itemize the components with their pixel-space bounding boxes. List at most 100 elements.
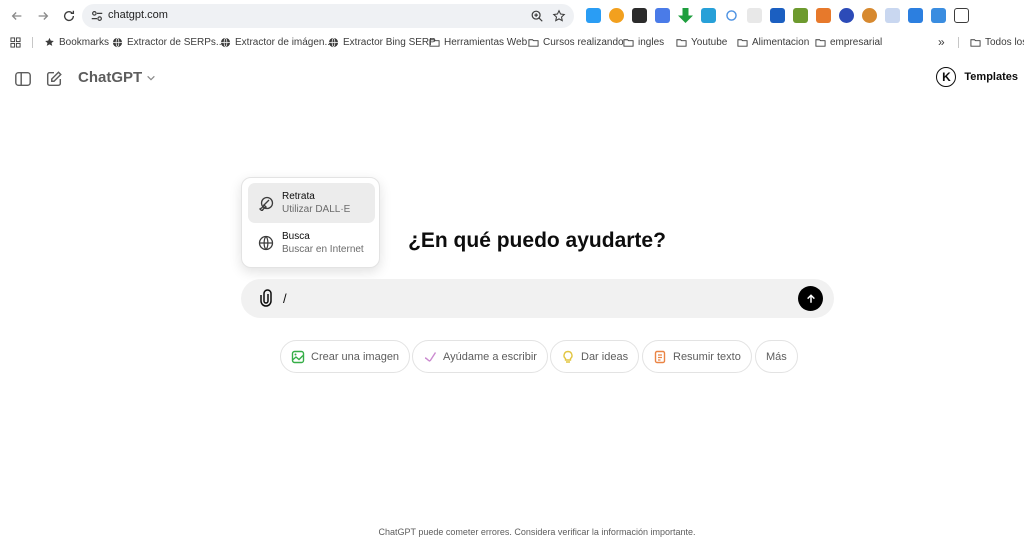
apps-grid-glyph [10,36,21,48]
extension-page-icon[interactable] [885,8,900,23]
new-chat-button[interactable] [44,69,64,89]
chip-label: Crear una imagen [311,350,400,363]
chip-label: Dar ideas [581,350,629,363]
folder-icon [623,38,634,47]
apps-grid-icon[interactable] [10,32,21,52]
back-button[interactable] [6,5,28,27]
extension-check-icon[interactable] [632,8,647,23]
bookmark-item-extractor-imagenes[interactable]: Extractor de imágen... [220,32,333,52]
templates-button[interactable]: K Templates [936,67,1018,87]
chevron-double-right-icon: » [938,35,945,49]
pen-icon [424,351,437,362]
chip-dar-ideas[interactable]: Dar ideas [550,340,640,373]
bookmark-label: ingles [638,36,665,48]
globe-icon [328,37,339,47]
star-icon [45,37,54,46]
chip-mas[interactable]: Más [755,340,798,373]
sidebar-icon [15,71,31,87]
chevron-down-icon [147,75,155,81]
bookmark-label: Todos los [985,36,1024,48]
app-header: ChatGPT K Templates [0,60,1024,98]
bookmark-item-extractor-bing[interactable]: Extractor Bing SERP [328,32,436,52]
arrow-left-icon [11,12,22,20]
bookmark-label: Herramientas Web [444,36,528,48]
address-bar[interactable]: chatgpt.com [82,4,574,28]
extension-grid-icon[interactable] [770,8,785,23]
folder-icon [737,38,748,47]
arrow-up-icon [806,293,815,303]
bookmark-label: Bookmarks [59,36,110,48]
suggestion-chips: Crear una imagen Ayúdame a escribir Dar … [0,340,1024,374]
zoom-icon[interactable] [530,9,544,23]
dalle-brush-icon [258,196,274,211]
chip-crear-imagen[interactable]: Crear una imagen [280,340,411,373]
extension-search-icon[interactable] [726,10,737,21]
templates-logo: K [936,67,957,87]
popup-item-subtitle: Buscar en Internet [282,244,364,255]
extension-download-box-icon[interactable] [908,8,923,23]
popup-item-retrata[interactable]: Retrata Utilizar DALL·E [248,183,375,223]
extension-chart-icon[interactable] [793,8,808,23]
all-bookmarks-folder[interactable]: Todos los [970,32,1024,52]
popup-item-busca[interactable]: Busca Buscar en Internet [248,223,375,263]
folder-icon [676,38,687,47]
extension-fox-icon[interactable] [816,8,831,23]
extension-badge-icon[interactable] [839,8,854,23]
folder-icon [970,38,981,47]
bookmarks-bar: Bookmarks Extractor de SERPs... Extracto… [0,32,1024,52]
bookmarks-overflow-button[interactable]: » [938,32,945,52]
bookmark-label: Extractor de SERPs... [127,36,225,48]
popup-item-subtitle: Utilizar DALL·E [282,204,351,215]
document-icon [654,350,666,363]
bookmark-star-icon[interactable] [552,9,566,23]
bookmark-item-bookmarks[interactable]: Bookmarks [44,32,109,52]
site-settings-icon[interactable] [90,9,104,23]
globe-icon [220,37,231,47]
reload-button[interactable] [58,5,80,27]
bookmark-folder-ingles[interactable]: ingles [623,32,664,52]
bookmark-folder-youtube[interactable]: Youtube [676,32,727,52]
reload-icon [63,10,75,22]
command-popup: Retrata Utilizar DALL·E Busca Buscar en … [241,177,380,268]
chip-resumir-texto[interactable]: Resumir texto [642,340,752,373]
url-text[interactable]: chatgpt.com [108,9,168,21]
bookmark-label: Extractor de imágen... [235,36,333,48]
folder-icon [528,38,539,47]
extensions-menu-icon[interactable] [954,8,969,23]
bookmark-label: Alimentacion [752,36,810,48]
extension-mail-icon[interactable] [586,8,601,23]
extension-download-icon[interactable] [678,8,693,23]
extension-note-icon[interactable] [747,8,762,23]
popup-text: Busca Buscar en Internet [282,230,364,256]
forward-button[interactable] [32,5,54,27]
model-selector[interactable]: ChatGPT [78,69,156,86]
sidebar-toggle-button[interactable] [13,69,33,89]
bookmark-label: empresarial [830,36,883,48]
chip-label: Más [766,350,787,363]
image-icon [291,350,305,363]
extension-gear-icon[interactable] [609,8,624,23]
message-composer [241,279,834,318]
chip-label: Resumir texto [673,350,741,363]
extension-translate-icon[interactable] [655,8,670,23]
disclaimer-text: ChatGPT puede cometer errores. Considera… [378,527,696,537]
lightbulb-icon [563,350,573,363]
send-button[interactable] [798,286,823,311]
message-input[interactable] [283,289,783,307]
bookmark-label: Youtube [691,36,728,48]
extension-puzzle-icon[interactable] [701,8,716,23]
edit-icon [46,71,62,87]
bookmark-folder-alimentacion[interactable]: Alimentacion [737,32,809,52]
paperclip-icon[interactable] [257,289,275,307]
extension-screen-icon[interactable] [931,8,946,23]
bookmark-item-extractor-serps[interactable]: Extractor de SERPs... [112,32,224,52]
chip-ayudame-escribir[interactable]: Ayúdame a escribir [412,340,548,373]
browser-toolbar: chatgpt.com [0,0,1024,32]
bookmark-folder-cursos[interactable]: Cursos realizando [528,32,624,52]
popup-item-title: Busca [282,231,310,242]
bookmark-folder-empresarial[interactable]: empresarial [815,32,882,52]
folder-icon [815,38,826,47]
bookmark-folder-herramientas[interactable]: Herramientas Web [429,32,527,52]
bookmark-label: Cursos realizando [543,36,624,48]
extension-rocket-icon[interactable] [862,8,877,23]
